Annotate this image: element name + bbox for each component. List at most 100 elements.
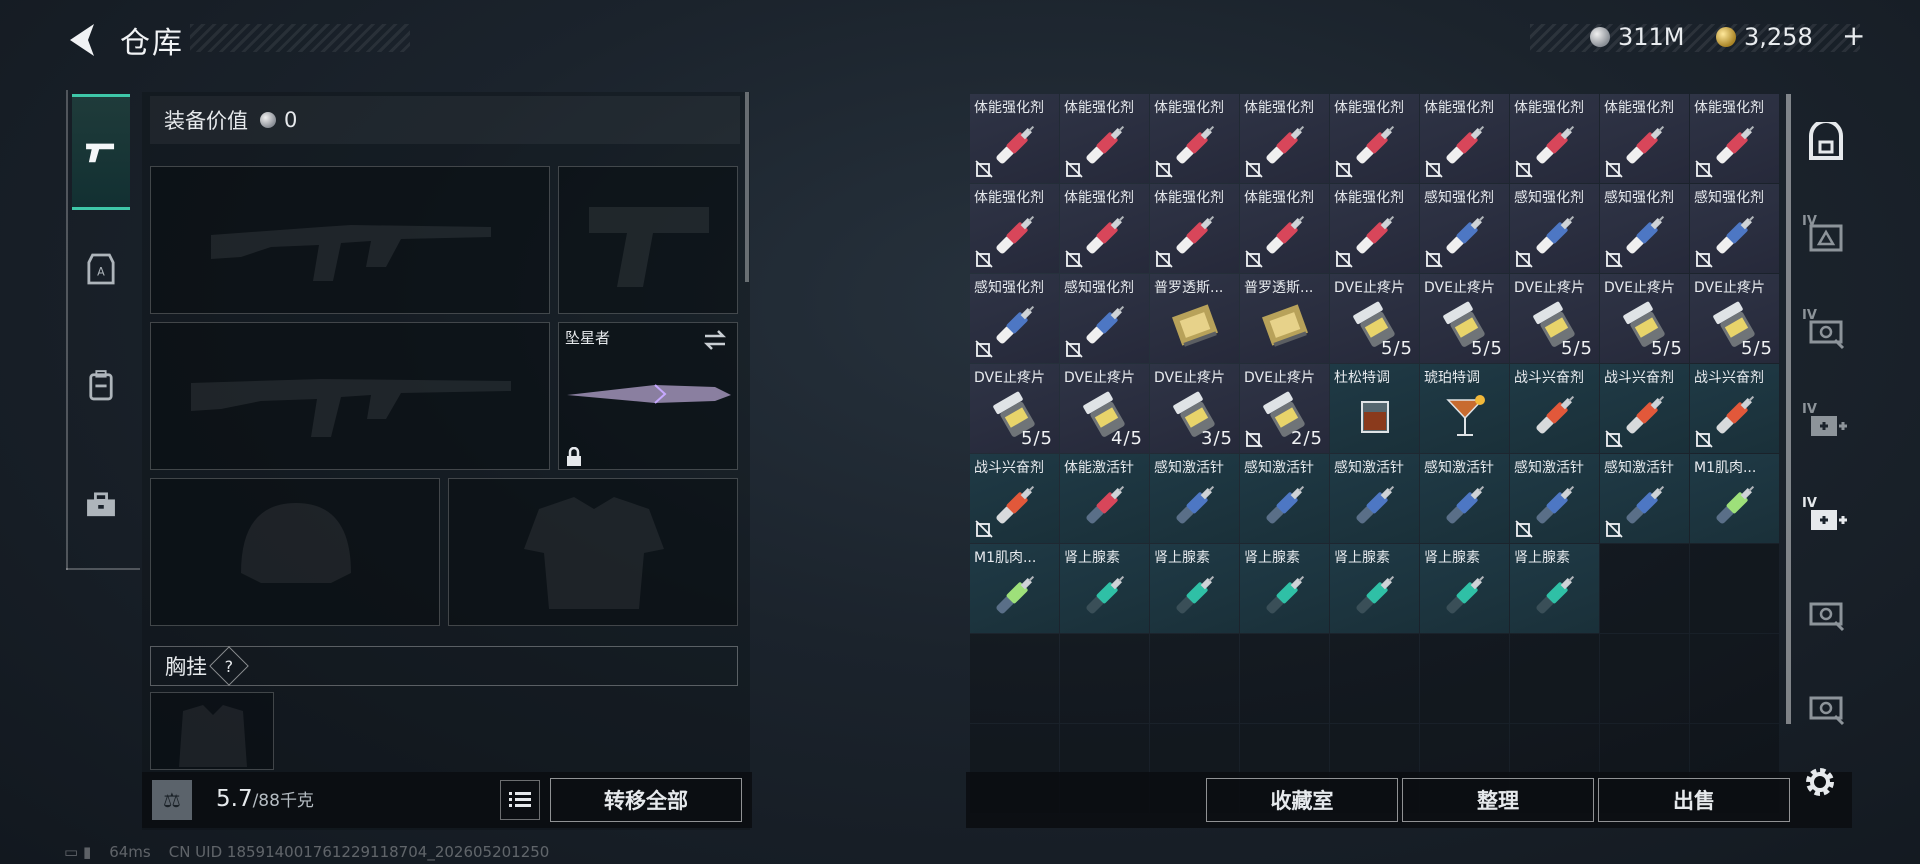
item-slot[interactable]: 体能强化剂 [1600, 94, 1689, 183]
item-slot[interactable]: 感知激活针 [1330, 454, 1419, 543]
empty-slot[interactable] [1600, 544, 1689, 633]
item-slot[interactable]: 肾上腺素 [1510, 544, 1599, 633]
item-slot[interactable]: 感知强化剂 [1600, 184, 1689, 273]
item-slot[interactable]: 肾上腺素 [1150, 544, 1239, 633]
empty-slot[interactable] [1240, 634, 1329, 723]
item-slot[interactable]: 肾上腺素 [1330, 544, 1419, 633]
item-slot[interactable]: 体能强化剂 [970, 94, 1059, 183]
item-slot[interactable]: 体能强化剂 [1060, 94, 1149, 183]
item-slot[interactable]: 感知激活针 [1150, 454, 1239, 543]
pistol-slot[interactable] [558, 166, 738, 314]
storage-tab-7[interactable] [1798, 666, 1854, 748]
item-slot[interactable]: 体能强化剂 [970, 184, 1059, 273]
empty-slot[interactable] [1690, 544, 1779, 633]
item-slot[interactable]: 感知强化剂 [970, 274, 1059, 363]
item-slot[interactable]: 体能强化剂 [1150, 94, 1239, 183]
primary-weapon-slot[interactable] [150, 166, 550, 314]
collection-room-button[interactable]: 收藏室 [1206, 778, 1398, 822]
item-slot[interactable]: 战斗兴奋剂 [1690, 364, 1779, 453]
item-slot[interactable]: DVE止疼片 5/5 [1600, 274, 1689, 363]
item-slot[interactable]: 体能强化剂 [1330, 184, 1419, 273]
empty-slot[interactable] [1690, 634, 1779, 723]
empty-slot[interactable] [1420, 634, 1509, 723]
storage-scrollbar[interactable] [1786, 94, 1791, 724]
chest-rig-slot[interactable] [150, 692, 274, 770]
item-slot[interactable]: 战斗兴奋剂 [1510, 364, 1599, 453]
item-slot[interactable]: 普罗透斯... [1150, 274, 1239, 363]
list-view-button[interactable] [500, 780, 540, 820]
item-slot[interactable]: 肾上腺素 [1240, 544, 1329, 633]
item-slot[interactable]: 琥珀特调 [1420, 364, 1509, 453]
item-slot[interactable]: 体能强化剂 [1150, 184, 1239, 273]
cocktail-glass-icon [1446, 395, 1485, 436]
item-slot[interactable]: 肾上腺素 [1060, 544, 1149, 633]
item-slot[interactable]: DVE止疼片 5/5 [1690, 274, 1779, 363]
item-slot[interactable]: 杜松特调 [1330, 364, 1419, 453]
item-slot[interactable]: 感知激活针 [1510, 454, 1599, 543]
helmet-slot[interactable] [150, 478, 440, 626]
item-slot[interactable]: 体能强化剂 [1330, 94, 1419, 183]
item-slot[interactable]: 感知强化剂 [1690, 184, 1779, 273]
item-slot[interactable]: 体能强化剂 [1420, 94, 1509, 183]
storage-tab-6[interactable] [1798, 572, 1854, 654]
item-name: DVE止疼片 [1424, 280, 1495, 296]
silver-coin-icon [1590, 27, 1610, 47]
storage-tab-2[interactable]: IV [1798, 196, 1854, 278]
storage-tab-3[interactable]: IV [1798, 290, 1854, 372]
item-slot[interactable]: M1肌肉... [1690, 454, 1779, 543]
melee-slot[interactable]: 坠星者 [558, 322, 738, 470]
swap-icon[interactable] [701, 329, 729, 351]
equipment-scrollbar[interactable] [745, 92, 749, 282]
item-slot[interactable]: 感知激活针 [1240, 454, 1329, 543]
empty-slot[interactable] [1600, 634, 1689, 723]
item-slot[interactable]: DVE止疼片 5/5 [1330, 274, 1419, 363]
item-slot[interactable]: DVE止疼片 4/5 [1060, 364, 1149, 453]
help-icon[interactable]: ? [209, 646, 249, 686]
empty-slot[interactable] [970, 634, 1059, 723]
item-slot[interactable]: 体能强化剂 [1240, 184, 1329, 273]
item-slot[interactable]: 感知激活针 [1600, 454, 1689, 543]
body-armor-slot[interactable] [448, 478, 738, 626]
item-name: 体能强化剂 [974, 100, 1044, 116]
empty-slot[interactable] [1060, 634, 1149, 723]
item-slot[interactable]: 体能强化剂 [1690, 94, 1779, 183]
item-slot[interactable]: 体能激活针 [1060, 454, 1149, 543]
storage-tab-1[interactable] [1798, 102, 1854, 184]
item-slot[interactable]: 肾上腺素 [1420, 544, 1509, 633]
item-slot[interactable]: DVE止疼片 5/5 [1420, 274, 1509, 363]
lock-icon [567, 447, 581, 466]
equipment-value: 0 [284, 108, 298, 132]
transfer-all-button[interactable]: 转移全部 [550, 778, 742, 822]
sort-button[interactable]: 整理 [1402, 778, 1594, 822]
gear-icon[interactable] [1800, 762, 1840, 802]
empty-slot[interactable] [1150, 634, 1239, 723]
back-button[interactable] [64, 20, 100, 60]
item-slot[interactable]: DVE止疼片 3/5 [1150, 364, 1239, 453]
storage-tab-5[interactable]: IV [1798, 478, 1854, 560]
empty-slot[interactable] [1330, 634, 1419, 723]
item-slot[interactable]: 战斗兴奋剂 [1600, 364, 1689, 453]
item-slot[interactable]: 体能强化剂 [1060, 184, 1149, 273]
empty-slot[interactable] [1510, 634, 1599, 723]
tab-armor[interactable]: A [72, 214, 130, 324]
item-slot[interactable]: DVE止疼片 5/5 [970, 364, 1059, 453]
item-slot[interactable]: 体能强化剂 [1510, 94, 1599, 183]
item-slot[interactable]: 感知强化剂 [1420, 184, 1509, 273]
item-slot[interactable]: 体能强化剂 [1240, 94, 1329, 183]
item-slot[interactable]: 感知激活针 [1420, 454, 1509, 543]
secondary-weapon-slot[interactable] [150, 322, 550, 470]
tab-toolbox[interactable] [72, 450, 130, 560]
item-slot[interactable]: DVE止疼片 2/5 [1240, 364, 1329, 453]
item-slot[interactable]: 普罗透斯... [1240, 274, 1329, 363]
item-slot[interactable]: 感知强化剂 [1060, 274, 1149, 363]
item-slot[interactable]: 感知强化剂 [1510, 184, 1599, 273]
chip-icon [1262, 304, 1308, 347]
sell-button[interactable]: 出售 [1598, 778, 1790, 822]
tab-backpack[interactable] [72, 330, 130, 440]
tab-weapons[interactable] [72, 94, 130, 210]
storage-tab-4[interactable]: IV [1798, 384, 1854, 466]
item-slot[interactable]: 战斗兴奋剂 [970, 454, 1059, 543]
item-slot[interactable]: M1肌肉... [970, 544, 1059, 633]
item-slot[interactable]: DVE止疼片 5/5 [1510, 274, 1599, 363]
add-currency-button[interactable]: + [1842, 19, 1865, 52]
